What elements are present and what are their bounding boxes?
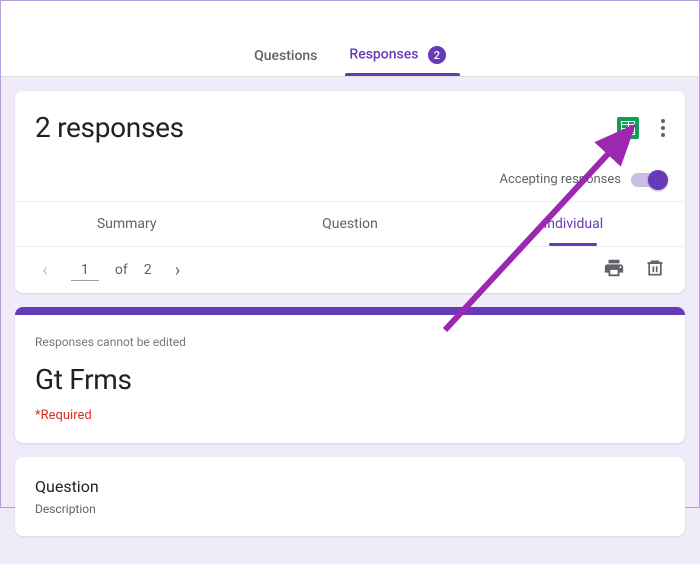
responses-card: 2 responses Accepting responses Summary … bbox=[15, 91, 685, 293]
current-response-index[interactable]: 1 bbox=[71, 260, 99, 281]
responses-title: 2 responses bbox=[35, 111, 184, 144]
pagination-of-label: of bbox=[115, 262, 128, 278]
form-title: Gt Frms bbox=[35, 363, 665, 396]
next-response-button[interactable]: › bbox=[168, 260, 188, 281]
required-label: *Required bbox=[35, 408, 665, 423]
delete-icon[interactable] bbox=[645, 257, 665, 283]
accepting-toggle[interactable] bbox=[631, 173, 665, 187]
print-icon[interactable] bbox=[603, 257, 625, 283]
accepting-responses-label: Accepting responses bbox=[500, 172, 622, 187]
responses-inner-tabs: Summary Question Individual bbox=[15, 201, 685, 246]
question-title: Question bbox=[35, 477, 665, 496]
edit-notice: Responses cannot be edited bbox=[35, 335, 665, 349]
form-header-card: Responses cannot be edited Gt Frms *Requ… bbox=[15, 307, 685, 443]
prev-response-button[interactable]: ‹ bbox=[35, 260, 55, 281]
responses-count-badge: 2 bbox=[428, 46, 446, 64]
tab-questions[interactable]: Questions bbox=[252, 38, 319, 76]
page-content: 2 responses Accepting responses Summary … bbox=[1, 77, 699, 564]
question-description: Description bbox=[35, 502, 665, 516]
header-tabs: Questions Responses 2 bbox=[1, 1, 699, 77]
sheets-icon[interactable] bbox=[617, 117, 639, 139]
pagination-row: ‹ 1 of 2 › bbox=[15, 246, 685, 293]
more-options-button[interactable] bbox=[657, 115, 665, 141]
inner-tab-individual[interactable]: Individual bbox=[462, 202, 685, 246]
inner-tab-summary[interactable]: Summary bbox=[15, 202, 238, 246]
tab-responses-label: Responses bbox=[349, 47, 418, 63]
inner-tab-question[interactable]: Question bbox=[238, 202, 461, 246]
total-responses: 2 bbox=[144, 262, 152, 278]
tab-responses[interactable]: Responses 2 bbox=[347, 36, 448, 76]
question-card: Question Description bbox=[15, 457, 685, 536]
